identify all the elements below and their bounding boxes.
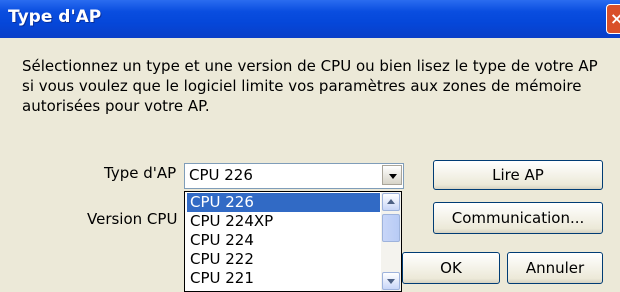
list-item[interactable]: CPU 224	[187, 231, 380, 250]
arrow-down-icon	[387, 279, 395, 284]
list-scrollbar[interactable]	[381, 192, 401, 291]
scroll-down-button[interactable]	[382, 272, 400, 290]
type-dropdown-list[interactable]: CPU 226 CPU 224XP CPU 224 CPU 222 CPU 22…	[184, 191, 402, 292]
type-combobox[interactable]: CPU 226	[184, 163, 404, 189]
dropdown-button[interactable]	[382, 165, 402, 185]
version-label: Version CPU	[87, 210, 178, 228]
ok-button[interactable]: OK	[402, 252, 500, 284]
scroll-thumb[interactable]	[382, 214, 400, 242]
description-text: Sélectionnez un type et une version de C…	[22, 57, 598, 115]
window-title: Type d'AP	[8, 7, 102, 27]
list-item[interactable]: CPU 224XP	[187, 212, 380, 231]
list-item[interactable]: CPU 221	[187, 269, 380, 288]
close-button[interactable]: ×	[606, 4, 620, 34]
cancel-button[interactable]: Annuler	[507, 252, 603, 284]
chevron-down-icon	[389, 174, 397, 179]
read-plc-button[interactable]: Lire AP	[433, 160, 603, 190]
scroll-up-button[interactable]	[382, 193, 400, 211]
close-icon: ×	[610, 9, 620, 28]
title-bar: Type d'AP ×	[0, 0, 620, 38]
type-combobox-value: CPU 226	[189, 166, 253, 184]
arrow-up-icon	[387, 199, 395, 204]
list-item[interactable]: CPU 222	[187, 250, 380, 269]
type-label: Type d'AP	[104, 164, 177, 182]
communication-button[interactable]: Communication...	[433, 202, 603, 234]
list-item[interactable]: CPU 226	[187, 193, 380, 212]
